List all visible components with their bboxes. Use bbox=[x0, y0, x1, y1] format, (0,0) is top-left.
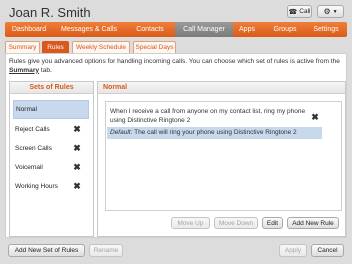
delete-icon[interactable]: ✖ bbox=[73, 144, 81, 153]
rule-set-label: Reject Calls bbox=[15, 126, 50, 133]
rule-set-label: Working Hours bbox=[15, 183, 58, 190]
add-new-rule-button[interactable]: Add New Rule bbox=[287, 217, 339, 229]
nav-tab-call-manager[interactable]: Call Manager bbox=[175, 22, 233, 37]
default-rule-text: The call will ring your phone using Dist… bbox=[132, 129, 297, 136]
subtab-weekly-schedule[interactable]: Weekly Schedule bbox=[72, 41, 130, 53]
rule-set-item[interactable]: Normal bbox=[13, 100, 89, 119]
gear-icon: ⚙ bbox=[323, 7, 331, 16]
delete-icon[interactable]: ✖ bbox=[73, 182, 81, 191]
main-nav: Dashboard Messages & Calls Contacts Call… bbox=[5, 22, 347, 37]
default-rule[interactable]: Default: The call will ring your phone u… bbox=[107, 127, 322, 139]
settings-menu-button[interactable]: ⚙ ▼ bbox=[317, 5, 344, 18]
rule-description[interactable]: When I receive a call from anyone on my … bbox=[110, 108, 320, 125]
rule-set-label: Screen Calls bbox=[15, 145, 52, 152]
rule-set-label: Voicemail bbox=[15, 164, 43, 171]
call-button[interactable]: ☎ Call bbox=[287, 5, 312, 18]
subtab-rules[interactable]: Rules bbox=[42, 41, 69, 53]
sets-of-rules-panel: Sets of Rules Normal Reject Calls ✖ Scre… bbox=[9, 81, 94, 237]
default-label: Default: bbox=[110, 129, 133, 136]
subtab-special-days[interactable]: Special Days bbox=[133, 41, 176, 53]
description-suffix: tab. bbox=[39, 66, 52, 74]
nav-tab-messages-calls[interactable]: Messages & Calls bbox=[53, 22, 125, 37]
nav-tab-apps[interactable]: Apps bbox=[234, 22, 260, 37]
nav-tab-contacts[interactable]: Contacts bbox=[127, 22, 173, 37]
apply-button[interactable]: Apply bbox=[279, 244, 307, 257]
move-up-button[interactable]: Move Up bbox=[171, 217, 210, 229]
rules-panel-heading: Normal bbox=[98, 82, 345, 94]
rule-set-label: Normal bbox=[16, 106, 37, 113]
delete-rule-icon[interactable]: ✖ bbox=[311, 113, 319, 122]
rules-description: Rules give you advanced options for hand… bbox=[9, 58, 344, 75]
rename-button[interactable]: Rename bbox=[89, 244, 123, 257]
description-text: Rules give you advanced options for hand… bbox=[9, 58, 340, 65]
user-name: Joan R. Smith bbox=[9, 5, 91, 20]
summary-link[interactable]: Summary bbox=[9, 67, 39, 74]
nav-tab-settings[interactable]: Settings bbox=[307, 22, 345, 37]
cancel-button[interactable]: Cancel bbox=[311, 244, 344, 257]
nav-tab-groups[interactable]: Groups bbox=[267, 22, 303, 37]
chevron-down-icon: ▼ bbox=[332, 8, 338, 15]
nav-tab-dashboard[interactable]: Dashboard bbox=[7, 22, 51, 37]
edit-rule-button[interactable]: Edit bbox=[262, 217, 283, 229]
sets-of-rules-heading: Sets of Rules bbox=[10, 82, 93, 94]
subtab-summary[interactable]: Summary bbox=[5, 41, 40, 53]
rules-list: When I receive a call from anyone on my … bbox=[105, 101, 342, 211]
delete-icon[interactable]: ✖ bbox=[73, 163, 81, 172]
phone-icon: ☎ bbox=[288, 8, 298, 16]
add-new-set-of-rules-button[interactable]: Add New Set of Rules bbox=[8, 244, 85, 257]
move-down-button[interactable]: Move Down bbox=[214, 217, 258, 229]
call-button-label: Call bbox=[299, 8, 311, 15]
delete-icon[interactable]: ✖ bbox=[73, 125, 81, 134]
